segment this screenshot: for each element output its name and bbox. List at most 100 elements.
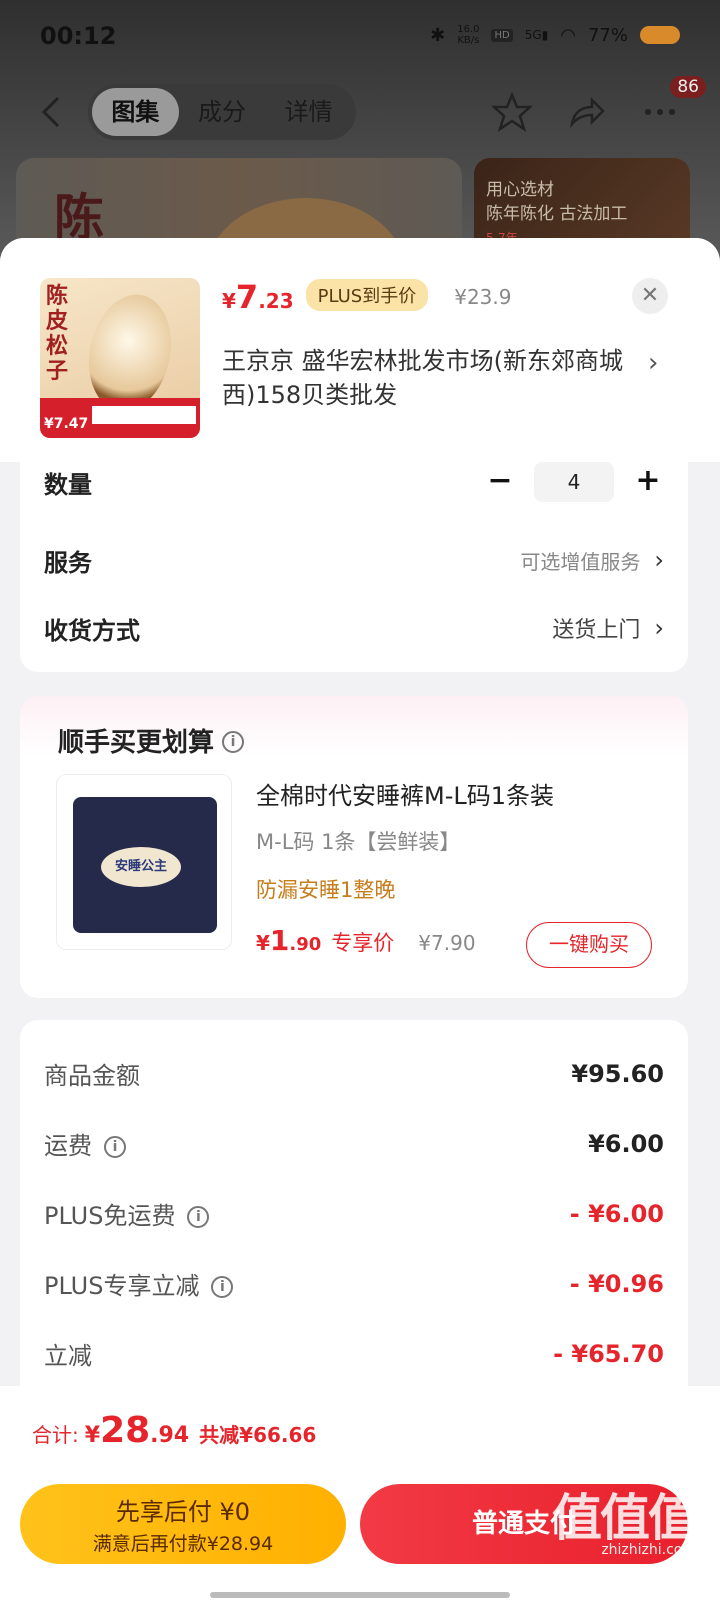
upsell-product-feature: 防漏安睡1整晚 (256, 878, 396, 902)
total-bar: 合计: ¥ 28 .94 共减¥66.66 (0, 1386, 720, 1470)
quantity-label: 数量 (44, 470, 92, 499)
seller-name[interactable]: 王京京 盛华宏林批发市场(新东郊商城西)158贝类批发 (222, 344, 642, 412)
bluetooth-icon: ✱ (430, 24, 446, 46)
decrease-button[interactable]: − (484, 466, 516, 498)
service-value: 可选增值服务 (520, 549, 641, 574)
fee-label-group: 运费 i (44, 1126, 126, 1161)
nav-actions (492, 92, 680, 132)
fee-value: - ¥0.96 (569, 1269, 664, 1298)
fee-value: - ¥65.70 (553, 1339, 664, 1368)
status-icons: ✱ 16.0 KB/s HD 5G▮ ◠ 77% (430, 24, 680, 46)
price-row: ¥7.23 PLUS到手价 ¥23.9 (222, 278, 511, 317)
network-type: 5G (524, 28, 542, 42)
fee-row-plus-free-shipping: PLUS免运费 i - ¥6.00 (44, 1196, 664, 1231)
one-click-buy-button[interactable]: 一键购买 (526, 922, 652, 968)
price-currency: ¥ (222, 289, 236, 313)
options-card: 数量 − 4 + 服务 可选增值服务 › 收货方式 送货上门 › (20, 454, 688, 672)
total-integer: 28 (100, 1410, 151, 1451)
upsell-product-spec: M-L码 1条【尝鲜装】 (256, 830, 461, 854)
watermark-url: zhizhizhi.com (601, 1542, 696, 1558)
quantity-input[interactable]: 4 (534, 462, 614, 502)
upsell-price-decimal: .90 (289, 934, 322, 955)
watermark-logo: 值值值 (552, 1489, 698, 1547)
close-button[interactable]: ✕ (632, 278, 668, 314)
delivery-label: 收货方式 (44, 616, 140, 645)
delivery-row[interactable]: 收货方式 送货上门 › (44, 608, 664, 648)
status-bar: 00:12 ✱ 16.0 KB/s HD 5G▮ ◠ 77% (0, 0, 720, 70)
status-time: 00:12 (40, 22, 117, 50)
fee-label: 立减 (44, 1342, 92, 1370)
bottom-action-bar: 先享后付 ¥0 满意后再付款¥28.94 普通支付 值值值 zhizhizhi.… (0, 1470, 720, 1600)
quantity-row: 数量 − 4 + (44, 462, 664, 502)
fee-breakdown-card: 商品金额 ¥95.60 运费 i ¥6.00 PLUS免运费 i - ¥6.00 P… (20, 1020, 688, 1420)
message-badge: 86 (670, 76, 706, 98)
signal-icon: 5G▮ (524, 28, 549, 42)
back-icon[interactable] (38, 94, 68, 130)
fee-label: PLUS专享立减 (44, 1272, 200, 1300)
upsell-price-label: 专享价 (331, 931, 395, 955)
upsell-price-currency: ¥ (256, 931, 270, 955)
plus-price: ¥7.23 (222, 278, 294, 316)
total-savings: 共减¥66.66 (199, 1423, 317, 1447)
home-indicator[interactable] (210, 1592, 510, 1598)
upsell-price-integer: 1 (269, 924, 290, 957)
info-icon[interactable]: i (222, 730, 245, 753)
price-decimal: .23 (258, 289, 294, 313)
upsell-price: ¥1.90 (256, 924, 321, 957)
upsell-title-text: 顺手买更划算 (58, 728, 215, 758)
pay-later-title: 先享后付 ¥0 (115, 1498, 251, 1526)
info-icon[interactable]: i (104, 1136, 126, 1158)
original-price: ¥23.9 (454, 285, 512, 309)
info-icon[interactable]: i (187, 1206, 210, 1228)
fee-value: - ¥6.00 (569, 1199, 664, 1228)
tab-details[interactable]: 详情 (265, 88, 352, 136)
product-header: 陈皮松子 ¥7.47 ¥7.23 PLUS到手价 ¥23.9 ✕ 王京京 盛华宏… (0, 238, 720, 462)
pay-later-button[interactable]: 先享后付 ¥0 满意后再付款¥28.94 (20, 1484, 346, 1564)
fee-label: 运费 (44, 1132, 92, 1160)
total-label: 合计: (32, 1423, 79, 1447)
fee-row-subtotal: 商品金额 ¥95.60 (44, 1056, 664, 1091)
network-speed-unit: KB/s (457, 35, 480, 46)
tab-group: 图集 成分 详情 (88, 84, 356, 140)
service-selector[interactable]: 可选增值服务 › (520, 546, 664, 575)
hd-icon: HD (491, 28, 513, 42)
product-image[interactable]: 陈皮松子 ¥7.47 (40, 278, 200, 438)
increase-button[interactable]: + (632, 466, 664, 498)
product-image-text: 陈皮松子 (46, 284, 69, 384)
info-icon[interactable]: i (211, 1276, 234, 1298)
upsell-card: 顺手买更划算 i 安睡公主 全棉时代安睡裤M-L码1条装 M-L码 1条【尝鲜装】… (20, 696, 688, 998)
image-promo-banner (92, 406, 196, 424)
purchase-sheet: 陈皮松子 ¥7.47 ¥7.23 PLUS到手价 ¥23.9 ✕ 王京京 盛华宏… (0, 238, 720, 1600)
service-label: 服务 (44, 548, 92, 577)
fee-value: ¥6.00 (588, 1129, 664, 1158)
fee-row-shipping: 运费 i ¥6.00 (44, 1126, 664, 1161)
upsell-product-name[interactable]: 全棉时代安睡裤M-L码1条装 (256, 776, 554, 811)
fee-label: 商品金额 (44, 1062, 140, 1090)
star-icon[interactable] (492, 92, 532, 132)
wifi-icon: ◠ (560, 24, 576, 46)
more-icon[interactable] (640, 92, 680, 132)
upsell-original-price: ¥7.90 (418, 931, 476, 955)
background-side-text-1: 用心选材 (486, 180, 554, 200)
fee-row-instant-discount: 立减 - ¥65.70 (44, 1336, 664, 1371)
pay-later-subtitle: 满意后再付款¥28.94 (92, 1533, 274, 1555)
upsell-price-row: ¥1.90 专享价 ¥7.90 (256, 924, 476, 957)
seller-chevron-icon[interactable]: › (648, 348, 658, 378)
service-row[interactable]: 服务 可选增值服务 › (44, 540, 664, 580)
quantity-stepper: − 4 + (484, 462, 664, 502)
plus-price-tag: PLUS到手价 (305, 279, 429, 311)
network-speed: 16.0 KB/s (457, 24, 479, 46)
total-decimal: .94 (150, 1423, 190, 1448)
share-icon[interactable] (566, 92, 606, 132)
fee-label: PLUS免运费 (44, 1202, 176, 1230)
tab-gallery[interactable]: 图集 (92, 88, 179, 136)
upsell-product-image[interactable]: 安睡公主 (56, 774, 232, 950)
upsell-title: 顺手买更划算 i (58, 722, 245, 759)
chevron-right-icon: › (654, 546, 664, 574)
delivery-selector[interactable]: 送货上门 › (552, 612, 664, 644)
tab-ingredients[interactable]: 成分 (179, 88, 266, 136)
image-price-tag: ¥7.47 (44, 416, 89, 432)
fee-row-plus-discount: PLUS专享立减 i - ¥0.96 (44, 1266, 664, 1301)
network-speed-value: 16.0 (457, 24, 480, 35)
top-nav: 图集 成分 详情 86 (0, 76, 720, 144)
